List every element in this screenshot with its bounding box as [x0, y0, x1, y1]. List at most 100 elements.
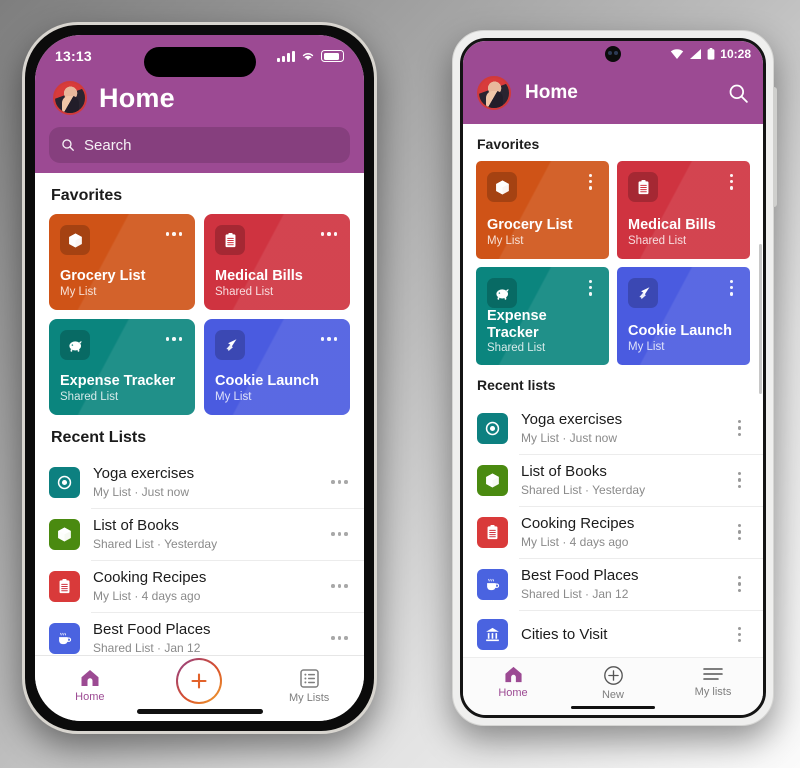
card-icon-tile [628, 172, 658, 202]
nav-home[interactable]: Home [474, 665, 552, 699]
list-item-more-button[interactable] [329, 474, 350, 490]
android-title-row: Home [463, 67, 763, 124]
nav-new[interactable]: New [574, 665, 652, 701]
search-icon[interactable] [728, 83, 749, 104]
nav-my-lists-label: My lists [694, 686, 732, 698]
list-item-more-button[interactable] [329, 630, 350, 646]
wifi-icon [302, 53, 314, 61]
nav-my-lists[interactable]: My lists [674, 665, 752, 698]
search-placeholder: Search [84, 136, 132, 154]
card-more-button[interactable] [724, 172, 739, 192]
favorite-card-title: Grocery List [60, 268, 146, 285]
favorite-card[interactable]: Grocery List My List [476, 161, 609, 259]
list-item-title: Yoga exercises [93, 465, 195, 482]
favorite-card-subtitle: My List [215, 391, 252, 403]
list-item[interactable]: Best Food Places Shared List · Jan 12 [463, 558, 763, 610]
status-icons [277, 49, 344, 63]
list-item[interactable]: Yoga exercises My List · Just now [35, 456, 364, 508]
favorite-card[interactable]: Cookie Launch My List [617, 267, 750, 365]
list-item[interactable]: Cooking Recipes My List · 4 days ago [463, 506, 763, 558]
favorite-card[interactable]: Grocery List My List [49, 214, 195, 310]
list-item-more-button[interactable] [329, 526, 350, 542]
clipboard-icon [487, 524, 498, 539]
iphone-device-frame: 13:13 Home Search Favorites Grocery List… [22, 22, 377, 734]
box-icon [495, 180, 509, 194]
list-item-title: Best Food Places [521, 567, 639, 584]
list-item-subtitle: Shared List · Jan 12 [521, 587, 629, 601]
card-more-button[interactable] [724, 278, 739, 298]
fab-add[interactable] [176, 658, 222, 704]
list-item-more-button[interactable] [730, 522, 749, 542]
search-input[interactable]: Search [49, 127, 350, 163]
favorite-card-subtitle: Shared List [215, 286, 274, 298]
page-title: Home [525, 82, 578, 103]
target-icon [57, 475, 72, 489]
user-avatar[interactable] [53, 81, 87, 115]
piggy-bank-icon [495, 288, 509, 300]
clipboard-icon [59, 578, 70, 593]
card-more-button[interactable] [164, 225, 185, 243]
plus-icon [191, 672, 208, 689]
tab-my-lists[interactable]: My Lists [270, 668, 348, 704]
battery-icon [321, 50, 344, 62]
list-item[interactable]: List of Books Shared List · Yesterday [35, 508, 364, 560]
card-icon-tile [60, 225, 90, 255]
list-item-icon [49, 570, 80, 602]
menu-icon [703, 668, 723, 680]
tab-home-label: Home [75, 691, 105, 703]
list-icon [299, 668, 319, 688]
add-list-button[interactable] [160, 659, 238, 704]
list-item[interactable]: Cities to Visit [463, 610, 763, 657]
favorite-card[interactable]: Medical Bills Shared List [204, 214, 350, 310]
favorites-heading: Favorites [477, 136, 540, 152]
card-more-button[interactable] [319, 225, 340, 243]
piggy-bank-icon [68, 340, 82, 352]
android-screen: 10:28 Home Favorites Grocery List My Lis… [460, 38, 766, 718]
card-more-button[interactable] [583, 278, 598, 298]
list-item-subtitle: My List · Just now [93, 485, 190, 499]
scrollbar[interactable] [759, 244, 762, 394]
favorite-card[interactable]: Cookie Launch My List [204, 319, 350, 415]
list-item-more-button[interactable] [730, 574, 749, 594]
list-item-title: Best Food Places [93, 621, 211, 638]
list-item[interactable]: Cooking Recipes My List · 4 days ago [35, 560, 364, 612]
ios-tab-bar: Home My Lists [35, 655, 364, 721]
favorite-card-title: Expense Tracker [487, 308, 547, 341]
signal-icon [690, 48, 702, 59]
favorite-card-subtitle: Shared List [60, 391, 119, 403]
android-device-frame: 10:28 Home Favorites Grocery List My Lis… [452, 30, 777, 726]
list-item-more-button[interactable] [730, 418, 749, 438]
list-item-subtitle: My List · 4 days ago [93, 589, 201, 603]
landmark-icon [486, 627, 499, 642]
list-item-more-button[interactable] [730, 470, 749, 490]
list-item-title: Cities to Visit [521, 625, 608, 643]
box-icon [486, 473, 499, 487]
wifi-icon [671, 48, 684, 59]
android-app-header: 10:28 Home [463, 41, 763, 124]
list-item-icon [477, 568, 508, 600]
card-more-button[interactable] [319, 330, 340, 348]
list-item[interactable]: Yoga exercises My List · Just now [463, 402, 763, 454]
list-item-more-button[interactable] [329, 578, 350, 594]
favorite-card[interactable]: Expense Tracker Shared List [476, 267, 609, 365]
card-more-button[interactable] [583, 172, 598, 192]
list-item-icon [477, 412, 508, 444]
favorite-card-title: Grocery List [487, 217, 573, 234]
favorites-heading: Favorites [51, 187, 123, 204]
target-icon [485, 421, 500, 435]
list-item-title: Cooking Recipes [93, 569, 207, 586]
list-item[interactable]: Best Food Places Shared List · Jan 12 [35, 612, 364, 655]
user-avatar[interactable] [477, 76, 511, 110]
favorite-card[interactable]: Medical Bills Shared List [617, 161, 750, 259]
card-more-button[interactable] [164, 330, 185, 348]
card-icon-tile [215, 225, 245, 255]
ios-title-row: Home [49, 77, 350, 127]
list-item[interactable]: List of Books Shared List · Yesterday [463, 454, 763, 506]
list-item-subtitle: Shared List · Yesterday [521, 483, 646, 497]
list-item-more-button[interactable] [730, 625, 749, 645]
tab-home[interactable]: Home [51, 668, 129, 703]
battery-icon [707, 48, 715, 60]
favorite-card[interactable]: Expense Tracker Shared List [49, 319, 195, 415]
android-bottom-nav: Home New My lists [463, 657, 763, 715]
screenshot-stage: 13:13 Home Search Favorites Grocery List… [0, 0, 800, 768]
